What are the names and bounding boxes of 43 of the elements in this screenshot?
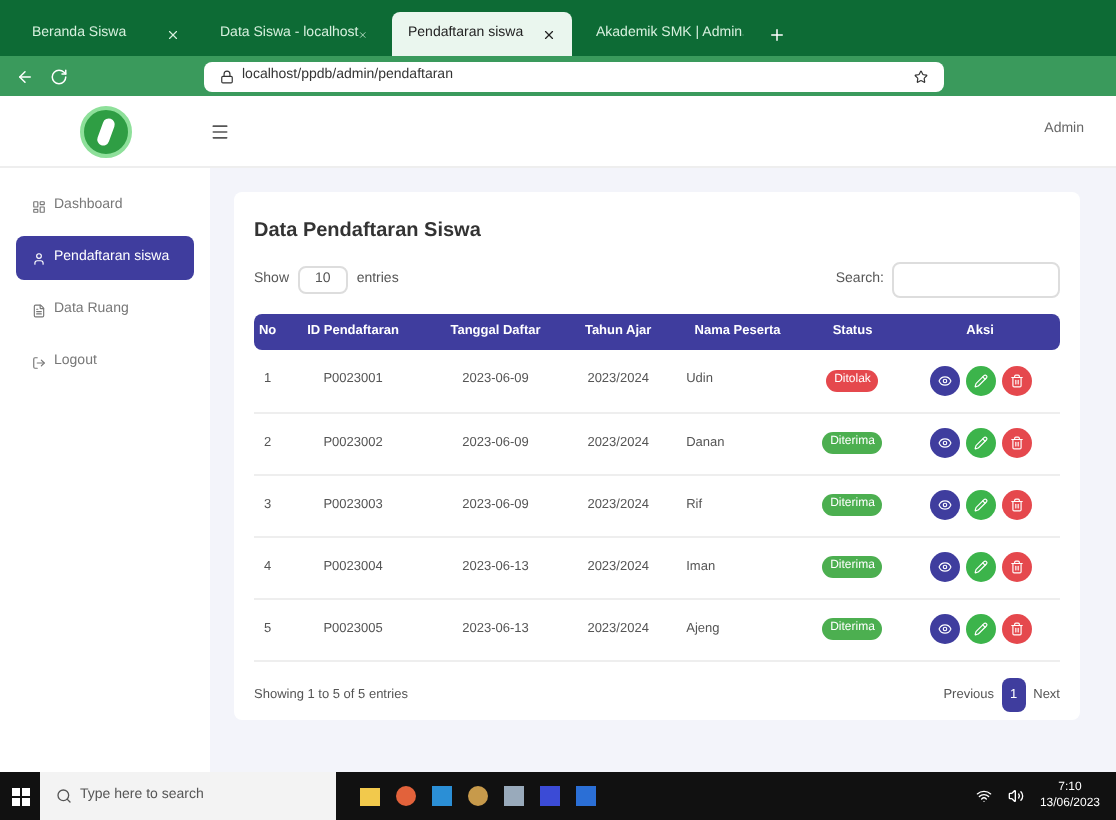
view-button[interactable] bbox=[929, 552, 960, 582]
view-button[interactable] bbox=[929, 490, 960, 520]
delete-button[interactable] bbox=[1001, 428, 1032, 458]
reload-icon[interactable] bbox=[50, 67, 68, 85]
pencil-icon bbox=[973, 373, 988, 388]
eye-icon bbox=[937, 373, 952, 388]
search-field[interactable] bbox=[892, 262, 1060, 298]
volume-icon[interactable] bbox=[1007, 788, 1024, 804]
menu-item-icon bbox=[32, 251, 46, 265]
search-icon bbox=[56, 788, 72, 804]
view-button[interactable] bbox=[929, 614, 960, 644]
new-tab-icon[interactable] bbox=[768, 26, 786, 44]
close-icon[interactable] bbox=[542, 27, 556, 41]
pencil-icon bbox=[973, 560, 988, 574]
pencil-icon bbox=[973, 622, 988, 636]
menu-item-icon bbox=[32, 355, 46, 369]
trash-icon bbox=[1009, 436, 1024, 450]
eye-icon bbox=[937, 622, 952, 636]
menu-icon[interactable] bbox=[210, 121, 230, 141]
eye-icon bbox=[937, 498, 952, 512]
delete-button[interactable] bbox=[1001, 365, 1032, 396]
trash-icon bbox=[1009, 622, 1024, 636]
menu-item-icon bbox=[32, 303, 46, 317]
view-button[interactable] bbox=[929, 365, 960, 396]
logo-icon bbox=[79, 105, 131, 157]
delete-button[interactable] bbox=[1001, 552, 1032, 582]
star-icon[interactable] bbox=[914, 69, 928, 83]
trash-icon bbox=[1009, 560, 1024, 574]
delete-button[interactable] bbox=[1001, 614, 1032, 644]
eye-icon bbox=[937, 560, 952, 574]
pencil-icon bbox=[973, 498, 988, 512]
app-icon[interactable] bbox=[396, 786, 416, 806]
trash-icon bbox=[1009, 498, 1024, 512]
back-icon[interactable] bbox=[16, 67, 34, 85]
delete-button[interactable] bbox=[1001, 490, 1032, 520]
trash-icon bbox=[1009, 373, 1024, 388]
eye-icon bbox=[937, 436, 952, 450]
pencil-icon bbox=[973, 436, 988, 450]
wifi-icon[interactable] bbox=[975, 788, 992, 804]
lock-icon bbox=[220, 69, 234, 83]
menu-item-icon bbox=[32, 199, 46, 213]
view-button[interactable] bbox=[929, 428, 960, 458]
page-title: Data Pendaftaran Siswa bbox=[254, 218, 483, 246]
